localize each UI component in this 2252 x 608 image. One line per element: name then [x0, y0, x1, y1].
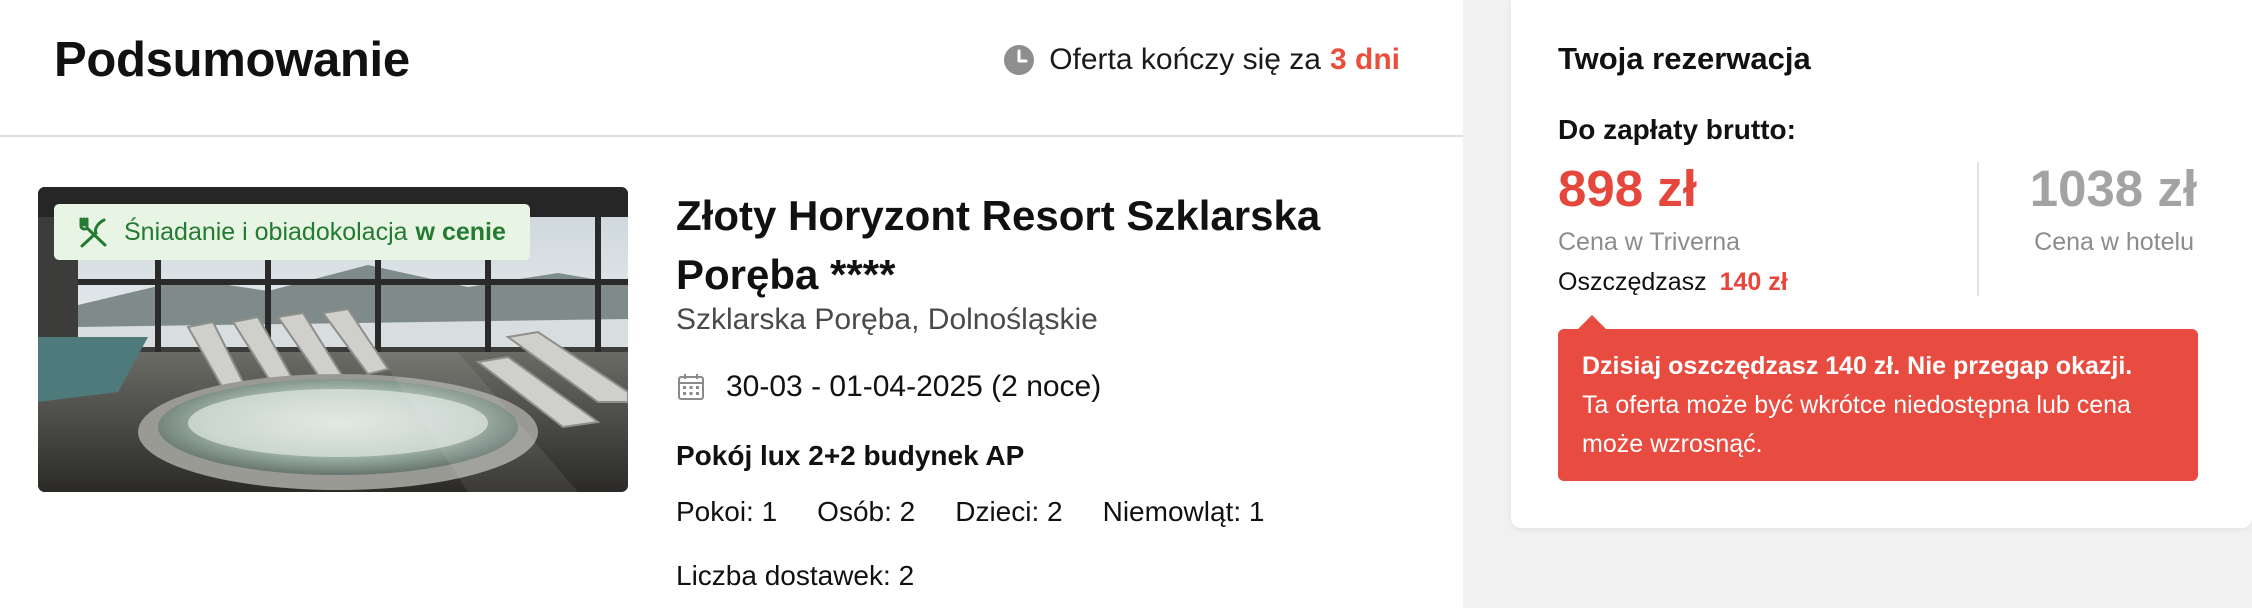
hotel-location: Szklarska Poręba, Dolnośląskie [676, 303, 1098, 336]
room-type: Pokój lux 2+2 budynek AP [676, 440, 1025, 471]
savings-alert-headline: Dzisiaj oszczędzasz 140 zł. Nie przegap … [1582, 352, 2133, 380]
offer-timer-text: Oferta kończy się za [1049, 43, 1321, 76]
offer-timer-days: 3 dni [1329, 43, 1400, 76]
summary-header: Podsumowanie Oferta kończy się za 3 dni [0, 0, 1463, 137]
page-title: Podsumowanie [54, 33, 410, 87]
fork-knife-icon [79, 217, 107, 248]
infants-count: Niemowląt: 1 [1102, 496, 1265, 527]
price-divider [1977, 162, 1979, 296]
meal-plan-text: Śniadanie i obiadokolacja [124, 217, 408, 246]
hotel-price-label: Cena w hotelu [2034, 228, 2194, 256]
hotel-name[interactable]: Złoty Horyzont Resort Szklarska Poręba *… [676, 186, 1396, 304]
triverna-price: 898 zł [1558, 160, 1697, 217]
calendar-icon [678, 374, 704, 400]
savings-line: Oszczędzasz 140 zł [1558, 265, 1788, 299]
booking-summary-page: Podsumowanie Oferta kończy się za 3 dni [0, 0, 2252, 608]
savings-label: Oszczędzasz [1558, 268, 1707, 296]
persons-count: Osób: 2 [817, 496, 916, 527]
children-count: Dzieci: 2 [955, 496, 1063, 527]
rooms-count: Pokoi: 1 [676, 496, 778, 527]
savings-alert: Dzisiaj oszczędzasz 140 zł. Nie przegap … [1558, 315, 2198, 481]
meal-plan-badge: Śniadanie i obiadokolacja w cenie [54, 204, 530, 260]
hotel-photo[interactable]: Śniadanie i obiadokolacja w cenie [38, 187, 628, 492]
triverna-price-label: Cena w Triverna [1558, 228, 1741, 256]
reservation-card: Twoja rezerwacja Do zapłaty brutto: 898 … [1511, 0, 2252, 528]
stay-dates: 30-03 - 01-04-2025 (2 noce) [676, 367, 1101, 407]
offer-timer: Oferta kończy się za 3 dni [1003, 40, 1400, 80]
gross-payment-label: Do zapłaty brutto: [1558, 114, 1796, 145]
meal-plan-included: w cenie [415, 217, 506, 246]
clock-icon [1004, 45, 1035, 75]
hotel-price: 1038 zł [2029, 160, 2197, 217]
savings-alert-body: Ta oferta może być wkrótce niedostępna l… [1582, 391, 2131, 458]
extra-beds-count: Liczba dostawek: 2 [676, 560, 915, 591]
reservation-title: Twoja rezerwacja [1558, 41, 1811, 76]
stay-dates-text: 30-03 - 01-04-2025 (2 noce) [726, 370, 1102, 403]
occupancy-summary: Pokoi: 1 Osób: 2 Dzieci: 2 Niemowląt: 1 [676, 492, 1304, 532]
summary-panel: Podsumowanie Oferta kończy się za 3 dni [0, 0, 1463, 608]
savings-amount: 140 zł [1719, 268, 1788, 296]
